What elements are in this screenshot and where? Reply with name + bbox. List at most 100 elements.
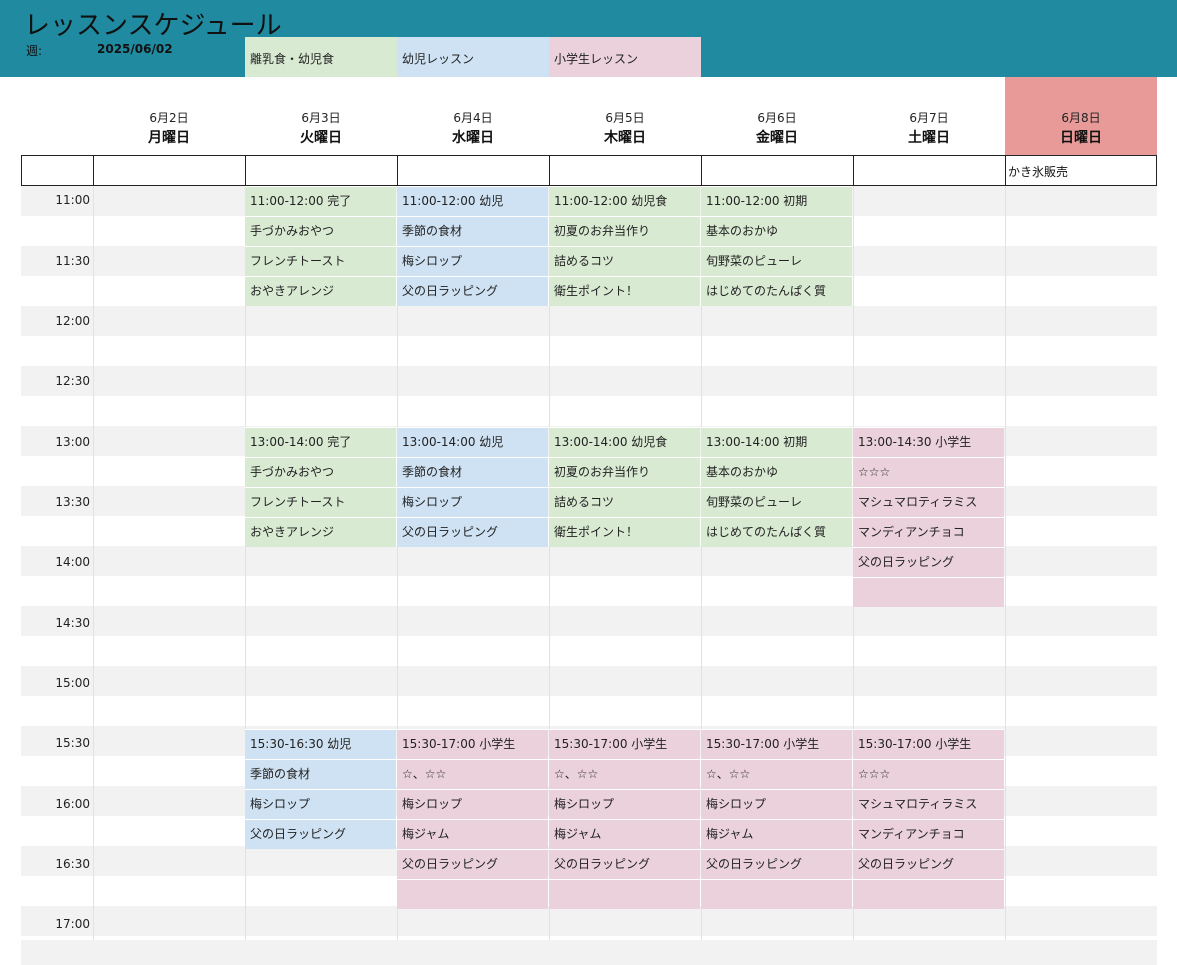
day-date: 6月4日: [453, 111, 493, 125]
legend-baby-food[interactable]: 離乳食・幼児食: [245, 37, 397, 77]
sunday-note[interactable]: かき氷販売: [1008, 163, 1068, 180]
day-date: 6月5日: [605, 111, 645, 125]
lesson-slot[interactable]: 11:00-12:00 完了: [245, 186, 396, 216]
lesson-slot[interactable]: 15:30-17:00 小学生: [549, 729, 700, 759]
all-day-divider: [1005, 155, 1006, 186]
lesson-slot[interactable]: 旬野菜のピューレ: [701, 246, 852, 276]
lesson-slot[interactable]: 父の日ラッピング: [853, 849, 1004, 879]
day-header-mon[interactable]: 6月2日 月曜日: [93, 77, 245, 155]
lesson-slot[interactable]: 11:00-12:00 幼児食: [549, 186, 700, 216]
lesson-slot[interactable]: 父の日ラッピング: [397, 276, 548, 306]
lesson-slot[interactable]: マシュマロティラミス: [853, 487, 1004, 517]
lesson-slot[interactable]: 父の日ラッピング: [853, 547, 1004, 577]
lesson-slot[interactable]: 13:00-14:00 幼児食: [549, 427, 700, 457]
day-weekday: 木曜日: [604, 130, 646, 146]
lesson-slot[interactable]: ☆☆☆: [853, 759, 1004, 789]
lesson-slot[interactable]: [853, 879, 1004, 909]
lesson-slot[interactable]: 15:30-17:00 小学生: [853, 729, 1004, 759]
lesson-slot[interactable]: 父の日ラッピング: [701, 849, 852, 879]
all-day-divider: [701, 155, 702, 186]
lesson-slot[interactable]: 15:30-16:30 幼児: [245, 729, 396, 759]
lesson-slot[interactable]: 衛生ポイント！: [549, 276, 700, 306]
day-header-fri[interactable]: 6月6日 金曜日: [701, 77, 853, 155]
lesson-slot[interactable]: [701, 879, 852, 909]
time-label: 13:30: [55, 495, 90, 509]
time-label: 15:30: [55, 736, 90, 750]
lesson-slot[interactable]: 旬野菜のピューレ: [701, 487, 852, 517]
all-day-row[interactable]: [21, 155, 1157, 186]
day-weekday: 日曜日: [1060, 130, 1102, 146]
lesson-slot[interactable]: 手づかみおやつ: [245, 216, 396, 246]
lesson-slot[interactable]: はじめてのたんぱく質: [701, 276, 852, 306]
lesson-slot[interactable]: 基本のおかゆ: [701, 457, 852, 487]
lesson-slot[interactable]: 梅シロップ: [701, 789, 852, 819]
lesson-slot[interactable]: ☆、☆☆: [549, 759, 700, 789]
legend-elementary[interactable]: 小学生レッスン: [549, 37, 701, 77]
lesson-slot[interactable]: 梅シロップ: [397, 487, 548, 517]
lesson-slot[interactable]: 梅ジャム: [549, 819, 700, 849]
lesson-slot[interactable]: 13:00-14:00 幼児: [397, 427, 548, 457]
lesson-slot[interactable]: 梅シロップ: [549, 789, 700, 819]
lesson-slot[interactable]: 13:00-14:30 小学生: [853, 427, 1004, 457]
lesson-slot[interactable]: 梅シロップ: [397, 789, 548, 819]
lesson-slot[interactable]: 15:30-17:00 小学生: [397, 729, 548, 759]
bottom-filler: [21, 940, 1157, 965]
lesson-slot[interactable]: 父の日ラッピング: [397, 517, 548, 547]
page-title: レッスンスケジュール: [24, 11, 282, 41]
day-date: 6月3日: [301, 111, 341, 125]
lesson-slot[interactable]: 13:00-14:00 初期: [701, 427, 852, 457]
lesson-slot[interactable]: 衛生ポイント！: [549, 517, 700, 547]
week-value[interactable]: 2025/06/02: [97, 42, 173, 56]
all-day-divider: [853, 155, 854, 186]
day-header-tue[interactable]: 6月3日 火曜日: [245, 77, 397, 155]
time-label: 16:00: [55, 797, 90, 811]
lesson-slot[interactable]: 基本のおかゆ: [701, 216, 852, 246]
lesson-slot[interactable]: 11:00-12:00 初期: [701, 186, 852, 216]
lesson-slot[interactable]: ☆、☆☆: [397, 759, 548, 789]
lesson-slot[interactable]: フレンチトースト: [245, 246, 396, 276]
hour-band: [21, 606, 1157, 636]
lesson-slot[interactable]: 13:00-14:00 完了: [245, 427, 396, 457]
lesson-slot[interactable]: 梅ジャム: [397, 819, 548, 849]
lesson-slot[interactable]: 季節の食材: [397, 216, 548, 246]
lesson-slot[interactable]: 15:30-17:00 小学生: [701, 729, 852, 759]
lesson-slot[interactable]: 季節の食材: [245, 759, 396, 789]
lesson-slot[interactable]: [397, 879, 548, 909]
all-day-divider: [93, 155, 94, 186]
lesson-slot[interactable]: はじめてのたんぱく質: [701, 517, 852, 547]
lesson-slot[interactable]: 父の日ラッピング: [549, 849, 700, 879]
lesson-slot[interactable]: 季節の食材: [397, 457, 548, 487]
lesson-slot[interactable]: 梅ジャム: [701, 819, 852, 849]
lesson-slot[interactable]: 手づかみおやつ: [245, 457, 396, 487]
day-header-sun[interactable]: 6月8日 日曜日: [1005, 77, 1157, 155]
lesson-slot[interactable]: マンディアンチョコ: [853, 819, 1004, 849]
lesson-slot[interactable]: 詰めるコツ: [549, 246, 700, 276]
lesson-slot[interactable]: 梅シロップ: [245, 789, 396, 819]
lesson-slot[interactable]: マシュマロティラミス: [853, 789, 1004, 819]
hour-band: [21, 906, 1157, 936]
lesson-slot[interactable]: 梅シロップ: [397, 246, 548, 276]
lesson-slot[interactable]: フレンチトースト: [245, 487, 396, 517]
time-label: 11:00: [55, 193, 90, 207]
lesson-slot[interactable]: 初夏のお弁当作り: [549, 457, 700, 487]
lesson-slot[interactable]: 初夏のお弁当作り: [549, 216, 700, 246]
legend-toddler[interactable]: 幼児レッスン: [397, 37, 549, 77]
day-header-sat[interactable]: 6月7日 土曜日: [853, 77, 1005, 155]
lesson-slot[interactable]: 詰めるコツ: [549, 487, 700, 517]
day-weekday: 水曜日: [452, 130, 494, 146]
lesson-slot[interactable]: 父の日ラッピング: [397, 849, 548, 879]
lesson-slot[interactable]: ☆、☆☆: [701, 759, 852, 789]
lesson-slot[interactable]: 父の日ラッピング: [245, 819, 396, 849]
day-header-wed[interactable]: 6月4日水曜日: [397, 77, 549, 155]
day-header-thu[interactable]: 6月5日木曜日: [549, 77, 701, 155]
lesson-slot[interactable]: おやきアレンジ: [245, 517, 396, 547]
day-weekday: 月曜日: [148, 130, 190, 146]
lesson-slot[interactable]: マンディアンチョコ: [853, 517, 1004, 547]
time-label: 15:00: [55, 676, 90, 690]
day-weekday: 金曜日: [756, 130, 798, 146]
lesson-slot[interactable]: [549, 879, 700, 909]
lesson-slot[interactable]: おやきアレンジ: [245, 276, 396, 306]
lesson-slot[interactable]: [853, 577, 1004, 607]
lesson-slot[interactable]: ☆☆☆: [853, 457, 1004, 487]
lesson-slot[interactable]: 11:00-12:00 幼児: [397, 186, 548, 216]
